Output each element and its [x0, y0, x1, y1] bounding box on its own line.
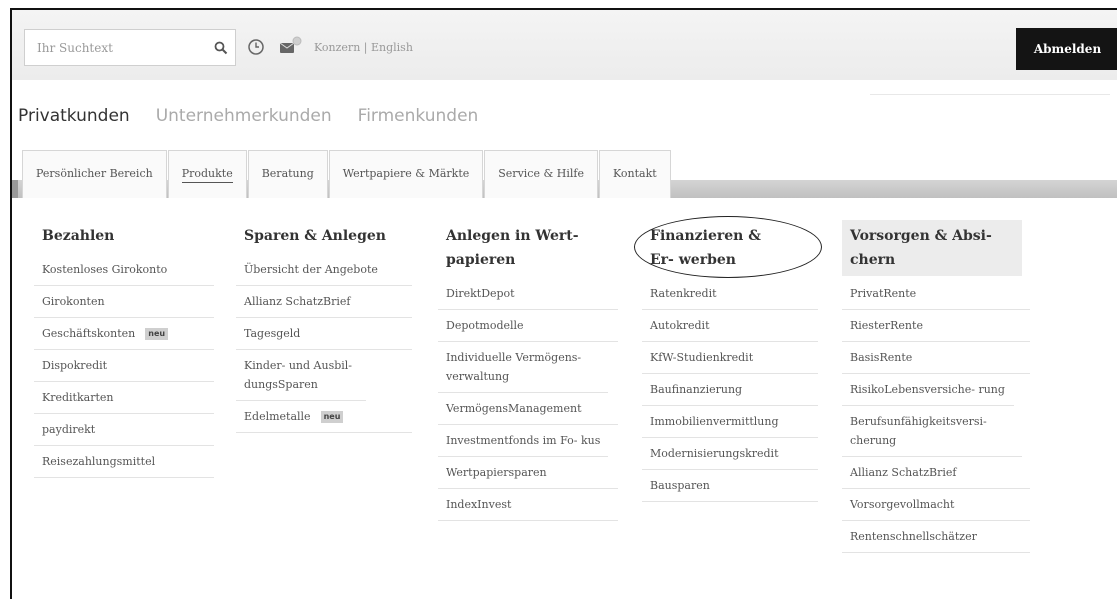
divider	[870, 94, 1110, 95]
segment-unternehmerkunden[interactable]: Unternehmerkunden	[156, 106, 332, 126]
menu-item-label: Edelmetalle	[244, 410, 311, 423]
menu-column-anlegen-in-wertpapieren: Anlegen in Wert- papieren DirektDepot De…	[438, 220, 618, 521]
menu-item[interactable]: Reisezahlungsmittel	[34, 446, 214, 478]
menu-item[interactable]: Bausparen	[642, 470, 818, 502]
menu-column-sparen-anlegen: Sparen & Anlegen Übersicht der Angebote …	[236, 220, 412, 433]
main-tabs: Persönlicher Bereich Produkte Beratung W…	[22, 150, 672, 198]
menu-column-title: Finanzieren & Er- werben	[650, 228, 761, 268]
menu-item[interactable]: Edelmetalle neu	[236, 401, 412, 433]
segment-firmenkunden[interactable]: Firmenkunden	[358, 106, 479, 126]
menu-item[interactable]: BasisRente	[842, 342, 1030, 374]
menu-item[interactable]: Dispokredit	[34, 350, 214, 382]
mail-icon[interactable]	[279, 36, 303, 56]
new-badge: neu	[320, 411, 344, 423]
menu-column-title: Bezahlen	[42, 228, 115, 244]
search-icon[interactable]	[207, 30, 235, 66]
menu-item[interactable]: Kreditkarten	[34, 382, 214, 414]
new-badge: neu	[145, 328, 169, 340]
menu-item[interactable]: Individuelle Vermögens- verwaltung	[438, 342, 608, 393]
menu-item[interactable]: Ratenkredit	[642, 278, 818, 310]
tab-label: Persönlicher Bereich	[36, 166, 153, 180]
menu-item[interactable]: RiesterRente	[842, 310, 1030, 342]
menu-item[interactable]: Girokonten	[34, 286, 214, 318]
menu-item[interactable]: Depotmodelle	[438, 310, 618, 342]
tab-service-hilfe[interactable]: Service & Hilfe	[484, 150, 598, 198]
menu-item[interactable]: Wertpapiersparen	[438, 457, 618, 489]
top-bar: Konzern | English Abmelden	[12, 10, 1117, 80]
tab-produkte[interactable]: Produkte	[167, 150, 247, 198]
menu-column-title: Sparen & Anlegen	[244, 228, 386, 244]
menu-item[interactable]: IndexInvest	[438, 489, 618, 521]
menu-column-finanzieren-erwerben: Finanzieren & Er- werben Ratenkredit Aut…	[642, 220, 818, 502]
search-box	[24, 29, 236, 66]
tab-persoenlicher-bereich[interactable]: Persönlicher Bereich	[22, 150, 167, 198]
menu-item[interactable]: paydirekt	[34, 414, 214, 446]
menu-item[interactable]: Berufsunfähigkeitsversi- cherung	[842, 406, 1022, 457]
menu-item[interactable]: Rentenschnellschätzer	[842, 521, 1030, 553]
menu-item[interactable]: DirektDepot	[438, 278, 618, 310]
menu-item-label: Geschäftskonten	[42, 327, 136, 340]
menu-item[interactable]: Modernisierungskredit	[642, 438, 818, 470]
menu-item[interactable]: Tagesgeld	[236, 318, 412, 350]
meta-links[interactable]: Konzern | English	[314, 41, 413, 54]
menu-item[interactable]: RisikoLebensversiche- rung	[842, 374, 1014, 406]
menu-item[interactable]: Autokredit	[642, 310, 818, 342]
menu-column-bezahlen: Bezahlen Kostenloses Girokonto Girokonte…	[34, 220, 214, 478]
menu-item[interactable]: Kinder- und Ausbil- dungsSparen	[236, 350, 366, 401]
tab-kontakt[interactable]: Kontakt	[598, 150, 671, 198]
menu-item[interactable]: KfW-Studienkredit	[642, 342, 818, 374]
segment-nav: Privatkunden Unternehmerkunden Firmenkun…	[18, 106, 504, 126]
menu-item[interactable]: Allianz SchatzBrief	[236, 286, 412, 318]
tab-beratung[interactable]: Beratung	[247, 150, 328, 198]
tab-label: Wertpapiere & Märkte	[342, 166, 470, 180]
menu-item[interactable]: Investmentfonds im Fo- kus	[438, 425, 608, 457]
menu-column-vorsorgen-absichern: Vorsorgen & Absi- chern PrivatRente Ries…	[842, 220, 1030, 553]
browser-frame: Konzern | English Abmelden Privatkunden …	[10, 8, 1117, 599]
menu-item[interactable]: PrivatRente	[842, 278, 1030, 310]
menu-item[interactable]: VermögensManagement	[438, 393, 618, 425]
menu-item[interactable]: Vorsorgevollmacht	[842, 489, 1030, 521]
clock-icon[interactable]	[247, 38, 265, 56]
tab-wertpapiere-maerkte[interactable]: Wertpapiere & Märkte	[328, 150, 484, 198]
menu-item[interactable]: Geschäftskonten neu	[34, 318, 214, 350]
tab-label: Produkte	[181, 167, 233, 183]
menu-item[interactable]: Immobilienvermittlung	[642, 406, 818, 438]
segment-privatkunden[interactable]: Privatkunden	[18, 106, 130, 126]
search-input[interactable]	[25, 40, 207, 55]
menu-item[interactable]: Übersicht der Angebote	[236, 254, 412, 286]
menu-item[interactable]: Kostenloses Girokonto	[34, 254, 214, 286]
tab-label: Service & Hilfe	[498, 166, 584, 180]
menu-item[interactable]: Allianz SchatzBrief	[842, 457, 1030, 489]
tab-label: Beratung	[261, 166, 314, 180]
menu-item[interactable]: Baufinanzierung	[642, 374, 818, 406]
menu-column-title: Vorsorgen & Absi- chern	[842, 220, 1022, 276]
logout-button[interactable]: Abmelden	[1016, 28, 1117, 70]
menu-column-title: Anlegen in Wert- papieren	[446, 228, 579, 268]
tab-label: Kontakt	[612, 166, 657, 180]
